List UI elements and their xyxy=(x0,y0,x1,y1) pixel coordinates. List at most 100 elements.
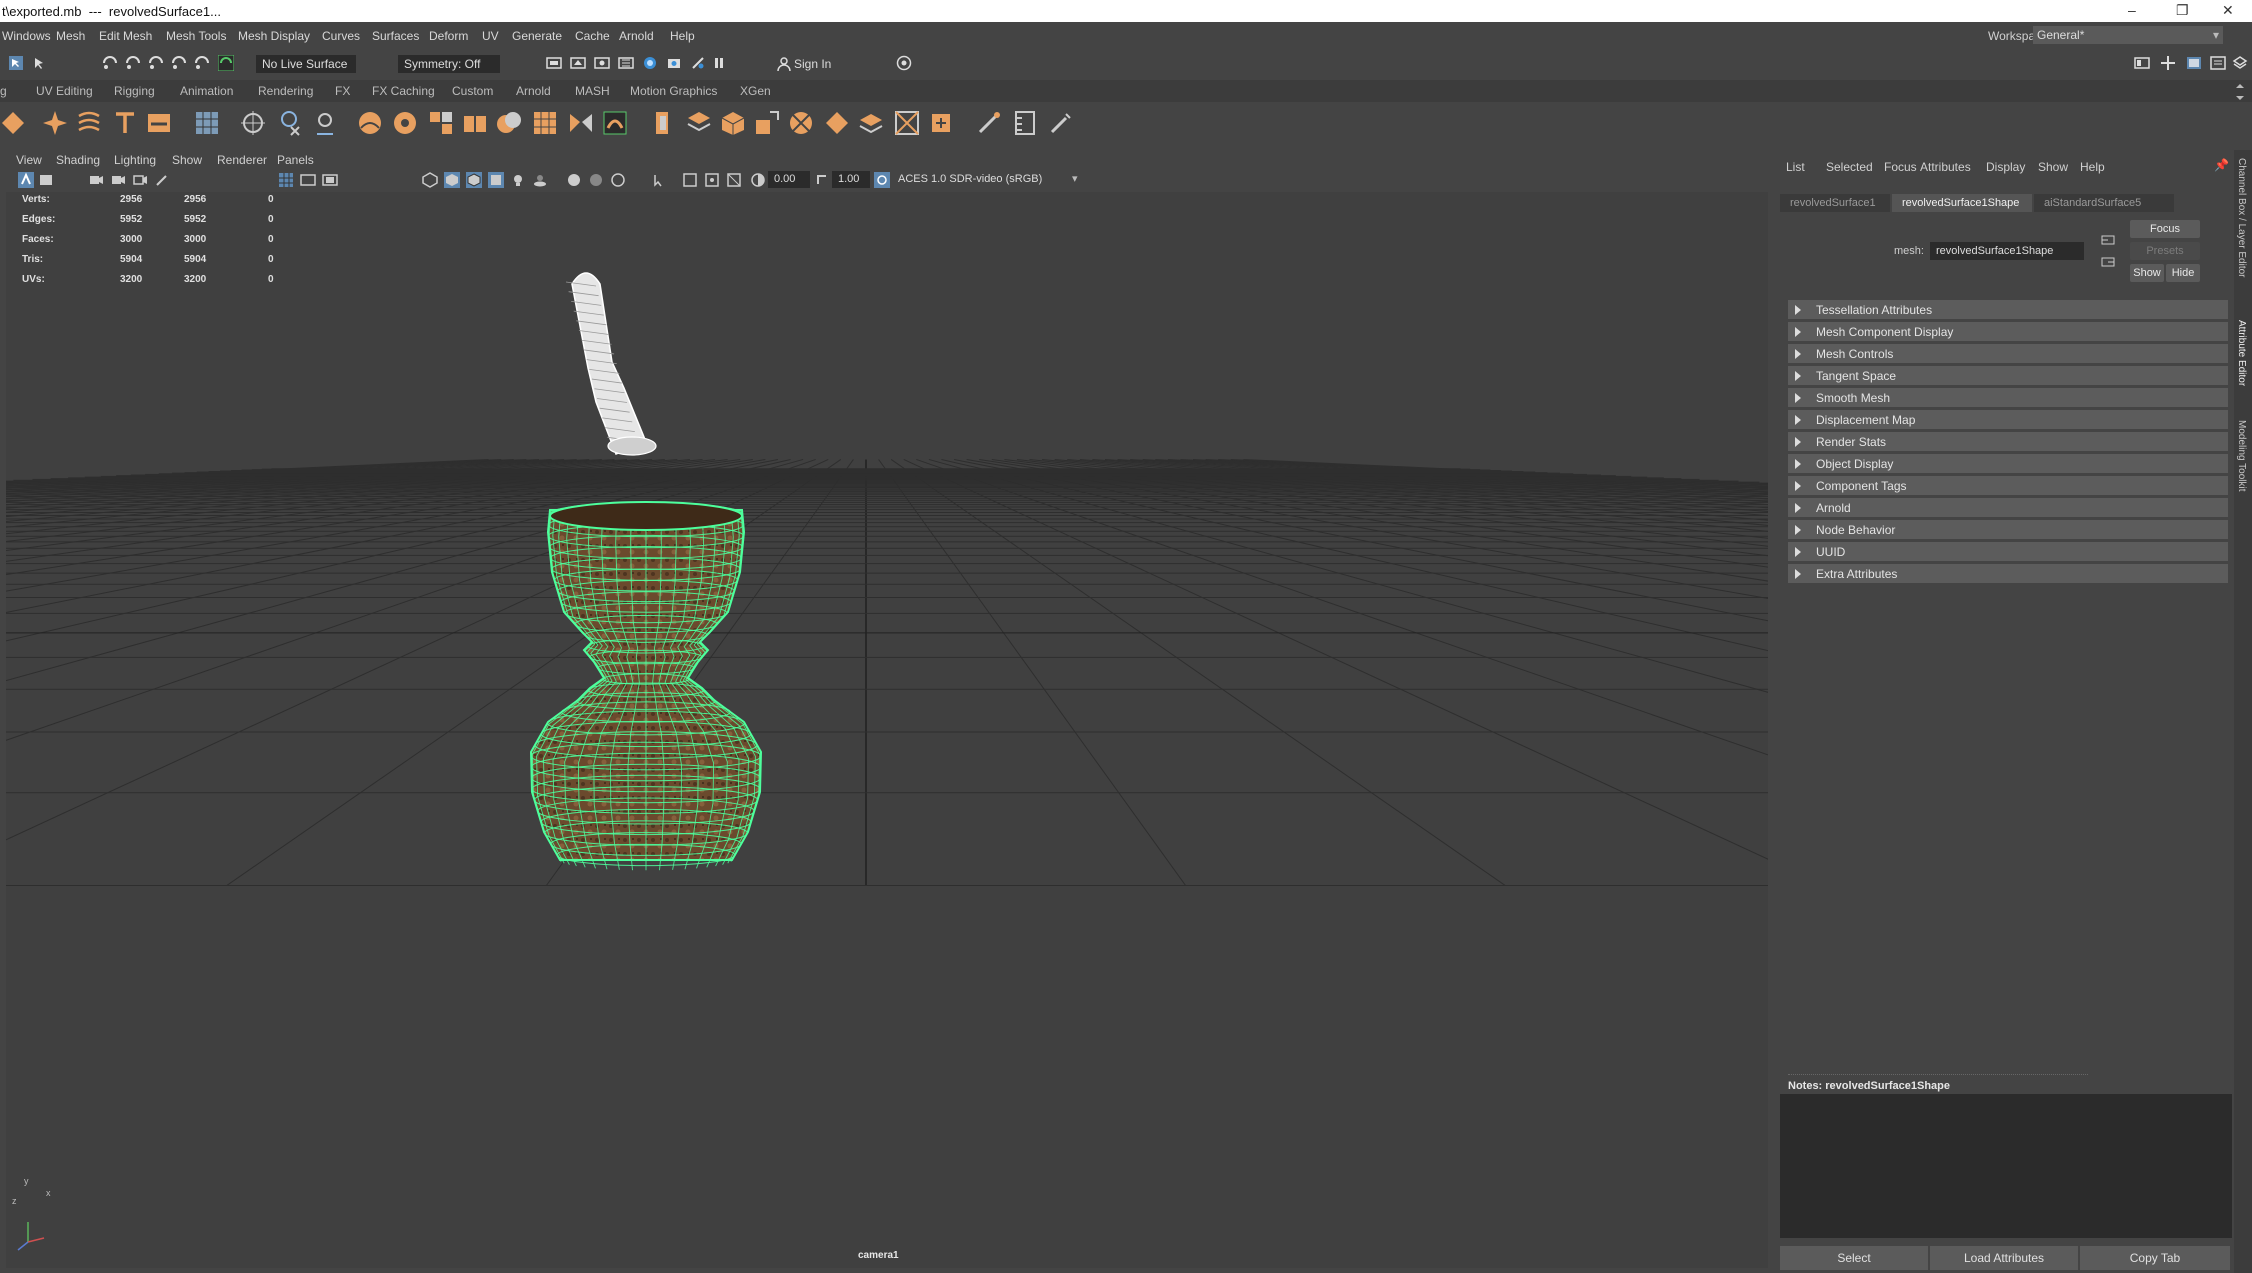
shelf-fill-hole-icon[interactable] xyxy=(824,110,850,136)
shelf-measure-icon[interactable] xyxy=(1012,110,1038,136)
lights-icon[interactable] xyxy=(510,172,526,188)
render-settings-icon[interactable] xyxy=(594,55,610,71)
section-component-tags[interactable]: Component Tags xyxy=(1788,476,2228,495)
viewport-canvas[interactable]: y x z xyxy=(6,192,1768,1268)
ae-menu-display[interactable]: Display xyxy=(1986,160,2025,174)
shelf-boolean-icon[interactable] xyxy=(496,110,522,136)
shelf-tab-rendering[interactable]: Rendering xyxy=(258,84,313,98)
snap-grid-icon[interactable] xyxy=(102,55,118,71)
select-mode-icon[interactable] xyxy=(8,55,24,71)
menu-edit-mesh[interactable]: Edit Mesh xyxy=(99,29,152,43)
shelf-separate-icon[interactable] xyxy=(462,110,488,136)
close-icon[interactable]: ✕ xyxy=(2222,2,2234,19)
section-arnold[interactable]: Arnold xyxy=(1788,498,2228,517)
pause-icon[interactable] xyxy=(711,55,727,71)
shelf-tab-mash[interactable]: MASH xyxy=(575,84,610,98)
menu-mesh[interactable]: Mesh xyxy=(56,29,85,43)
side-tab-modeling-toolkit[interactable]: Modeling Toolkit xyxy=(2236,420,2247,492)
shelf-draw-icon[interactable] xyxy=(1048,110,1074,136)
shelf-tab-motion-graphics[interactable]: Motion Graphics xyxy=(630,84,717,98)
smooth-shade-icon[interactable] xyxy=(444,172,460,188)
shelf-tab-xgen[interactable]: XGen xyxy=(740,84,771,98)
workspace-dropdown[interactable]: General* ▾ xyxy=(2033,26,2223,44)
resolution-gate-icon[interactable] xyxy=(322,172,338,188)
xray-icon[interactable] xyxy=(682,172,698,188)
mortar-vessel-mesh[interactable] xyxy=(529,501,763,871)
shelf-tab-animation[interactable]: Animation xyxy=(180,84,233,98)
viewport-menu-shading[interactable]: Shading xyxy=(56,153,100,167)
live-surface-field[interactable]: No Live Surface xyxy=(256,55,356,73)
shelf-pivot-icon[interactable] xyxy=(240,110,266,136)
menu-generate[interactable]: Generate xyxy=(512,29,562,43)
menu-windows[interactable]: Windows xyxy=(2,29,51,43)
shelf-grid-icon[interactable] xyxy=(194,110,220,136)
gamma-field[interactable]: 1.00 xyxy=(832,171,870,188)
load-attributes-button[interactable]: Load Attributes xyxy=(1930,1246,2078,1270)
xray-components-icon[interactable] xyxy=(726,172,742,188)
shelf-sphere-icon[interactable] xyxy=(357,110,383,136)
output-connection-icon[interactable] xyxy=(2100,254,2116,270)
menu-deform[interactable]: Deform xyxy=(429,29,468,43)
shelf-sweep-icon[interactable] xyxy=(76,110,102,136)
section-tangent-space[interactable]: Tangent Space xyxy=(1788,366,2228,385)
motion-blur-icon[interactable] xyxy=(588,172,604,188)
gamma-icon[interactable] xyxy=(814,172,830,188)
menu-uv[interactable]: UV xyxy=(482,29,499,43)
isolate-select-icon[interactable] xyxy=(652,172,668,188)
shelf-tab-arnold[interactable]: Arnold xyxy=(516,84,551,98)
menu-arnold[interactable]: Arnold xyxy=(619,29,654,43)
ae-menu-focus[interactable]: Focus xyxy=(1884,160,1917,174)
shelf-collapse-icon[interactable] xyxy=(928,110,954,136)
viewport-menu-view[interactable]: View xyxy=(16,153,42,167)
shelf-cube-icon[interactable] xyxy=(720,110,746,136)
exposure-icon[interactable] xyxy=(750,172,766,188)
pin-icon[interactable]: 📌 xyxy=(2214,158,2229,172)
ae-menu-selected[interactable]: Selected xyxy=(1826,160,1873,174)
shelf-tab-custom[interactable]: Custom xyxy=(452,84,493,98)
shelf-extrude-icon[interactable] xyxy=(650,110,676,136)
ae-menu-help[interactable]: Help xyxy=(2080,160,2105,174)
shelf-type-icon[interactable] xyxy=(112,110,138,136)
restore-icon[interactable]: ❐ xyxy=(2176,2,2189,19)
tab-aistandardsurface5[interactable]: aiStandardSurface5 xyxy=(2034,194,2174,212)
shelf-tab-fx[interactable]: FX xyxy=(335,84,350,98)
two-d-pan-icon[interactable] xyxy=(132,172,148,188)
copy-tab-button[interactable]: Copy Tab xyxy=(2080,1246,2230,1270)
input-connection-icon[interactable] xyxy=(2100,232,2116,248)
ambient-occlusion-icon[interactable] xyxy=(566,172,582,188)
view-transform-dropdown[interactable]: ACES 1.0 SDR-video (sRGB) xyxy=(892,171,1088,188)
ipr-play-icon[interactable] xyxy=(690,55,706,71)
section-extra-attributes[interactable]: Extra Attributes xyxy=(1788,564,2228,583)
section-render-stats[interactable]: Render Stats xyxy=(1788,432,2228,451)
wireframe-on-shaded-icon[interactable] xyxy=(466,172,482,188)
section-node-behavior[interactable]: Node Behavior xyxy=(1788,520,2228,539)
wireframe-icon[interactable] xyxy=(422,172,438,188)
shelf-svg-icon[interactable] xyxy=(146,110,172,136)
render-frame-icon[interactable] xyxy=(546,55,562,71)
shelf-bridge-icon[interactable] xyxy=(602,110,628,136)
shelf-pivot-x-icon[interactable] xyxy=(276,110,302,136)
snap-surface-icon[interactable] xyxy=(194,55,210,71)
section-displacement-map[interactable]: Displacement Map xyxy=(1788,410,2228,429)
color-management-icon[interactable] xyxy=(874,172,890,188)
render-view-icon[interactable] xyxy=(642,55,658,71)
viewport-menu-lighting[interactable]: Lighting xyxy=(114,153,156,167)
shelf-target-weld-icon[interactable] xyxy=(894,110,920,136)
shelf-star-icon[interactable] xyxy=(42,110,68,136)
grid-toggle-icon[interactable] xyxy=(278,172,294,188)
shelf-sculpt-icon[interactable] xyxy=(976,110,1002,136)
camera-attributes-icon[interactable] xyxy=(38,172,54,188)
side-tab-attribute-editor[interactable]: Attribute Editor xyxy=(2236,320,2247,386)
shelf-multicut-icon[interactable] xyxy=(788,110,814,136)
bookmarks-icon[interactable] xyxy=(88,172,104,188)
tab-revolvedsurface1shape[interactable]: revolvedSurface1Shape xyxy=(1892,194,2032,212)
pestle-mesh[interactable] xyxy=(565,272,657,456)
section-smooth-mesh[interactable]: Smooth Mesh xyxy=(1788,388,2228,407)
shelf-append-icon[interactable] xyxy=(754,110,780,136)
menu-cache[interactable]: Cache xyxy=(575,29,610,43)
snap-point-icon[interactable] xyxy=(148,55,164,71)
section-mesh-component-display[interactable]: Mesh Component Display xyxy=(1788,322,2228,341)
ae-menu-list[interactable]: List xyxy=(1786,160,1805,174)
toggle-channel-box-icon[interactable] xyxy=(2186,55,2202,71)
hide-button[interactable]: Hide xyxy=(2166,264,2200,282)
